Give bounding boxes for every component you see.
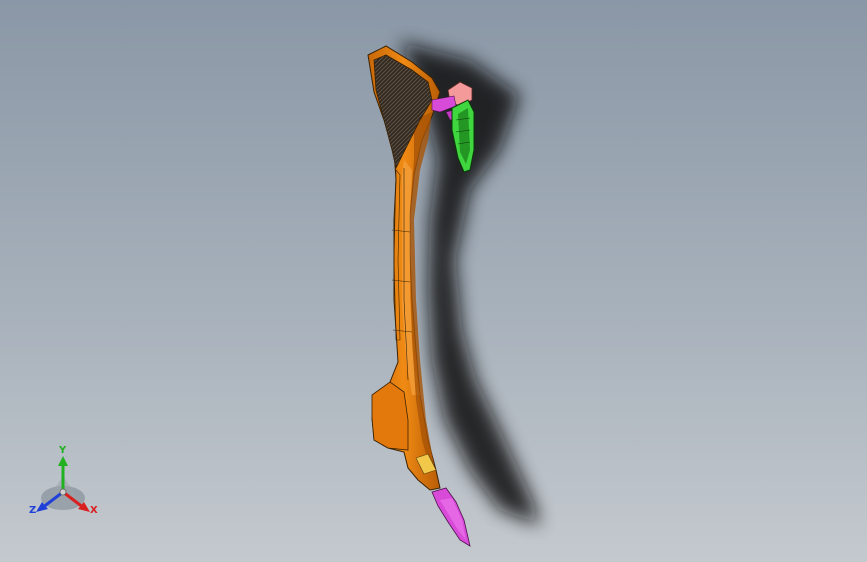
y-axis-label: Y	[59, 445, 67, 456]
axis-triad: Y X Z	[20, 446, 110, 526]
triad-origin	[59, 488, 67, 496]
y-arrow-icon	[58, 456, 68, 466]
magenta-tip[interactable]	[431, 487, 471, 547]
x-axis-label: X	[90, 505, 98, 516]
model-scene[interactable]	[0, 0, 867, 562]
3d-viewport[interactable]: Y X Z	[0, 0, 867, 562]
z-axis-label: Z	[29, 505, 37, 516]
